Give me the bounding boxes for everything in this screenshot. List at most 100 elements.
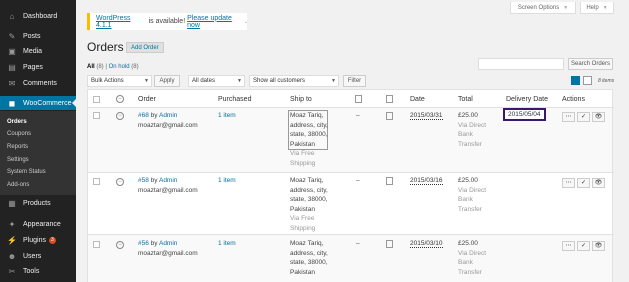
apply-button[interactable]: Apply (154, 75, 180, 87)
customer-link[interactable]: Admin (159, 177, 177, 184)
customer-select[interactable]: Show all customers ▼ (249, 75, 339, 87)
customer-message: – (356, 112, 360, 119)
order-number-link[interactable]: #58 (138, 177, 149, 184)
comment-icon: ✉ (8, 78, 16, 88)
filter-button[interactable]: Filter (343, 75, 366, 87)
screen-options-button[interactable]: Screen Options ▼ (510, 2, 576, 14)
submenu-item-settings[interactable]: Settings (7, 157, 29, 163)
dates-value: All dates (192, 78, 216, 84)
submenu-item-add-ons[interactable]: Add-ons (7, 182, 29, 188)
total-amount: £25.00 (458, 112, 478, 119)
pin-icon: ✎ (8, 31, 16, 41)
view-action-icon[interactable]: 👁 (592, 241, 605, 251)
plugins-update-badge: 3 (48, 236, 56, 244)
submenu-item-reports[interactable]: Reports (7, 144, 28, 150)
order-number-link[interactable]: #56 (138, 240, 149, 247)
address-line: state, 38000, (290, 259, 328, 266)
shipping-method: Via Free Shipping (290, 214, 315, 233)
processing-action-icon[interactable]: ⋯ (562, 112, 575, 122)
column-delivery-date: Delivery Date (506, 96, 549, 103)
sidebar-item-label: Users (23, 252, 42, 260)
processing-action-icon[interactable]: ⋯ (562, 241, 575, 251)
address-line: Moaz Tariq, (290, 240, 324, 247)
processing-action-icon[interactable]: ⋯ (562, 178, 575, 188)
payment-line: Transfer (458, 205, 482, 213)
page-title: Orders (87, 40, 124, 54)
sidebar-item-label: Comments (23, 79, 57, 87)
sidebar-item-posts[interactable]: ✎ Posts (0, 29, 76, 43)
filter-all-link[interactable]: All (87, 64, 95, 70)
update-now-link[interactable]: Please update now (187, 15, 245, 29)
sidebar-item-dashboard[interactable]: ⌂ Dashboard (0, 9, 76, 23)
order-notes-icon (386, 177, 393, 185)
excerpt-view-icon[interactable] (583, 76, 592, 85)
order-number-link[interactable]: #68 (138, 112, 149, 119)
total-amount: £25.00 (458, 177, 478, 184)
sidebar-item-pages[interactable]: ▤ Pages (0, 60, 76, 74)
view-action-icon[interactable]: 👁 (592, 112, 605, 122)
filter-on-hold-link[interactable]: On hold (109, 64, 130, 70)
bulk-actions-value: Bulk Actions (91, 78, 124, 84)
order-by: by (148, 177, 159, 184)
purchased-items-link[interactable]: 1 item (218, 176, 236, 186)
sidebar-item-comments[interactable]: ✉ Comments (0, 76, 76, 90)
sidebar-item-woocommerce[interactable]: ◼ WooCommerce (0, 96, 76, 110)
payment-line: Via Direct (458, 249, 487, 257)
chevron-down-icon: ▼ (237, 78, 242, 84)
customer-link[interactable]: Admin (159, 112, 177, 119)
complete-action-icon[interactable]: ✓ (577, 241, 590, 251)
sidebar-item-products[interactable]: ▦ Products (0, 196, 76, 210)
submenu-item-orders[interactable]: Orders (7, 119, 27, 125)
search-orders-button[interactable]: Search Orders (568, 58, 613, 70)
purchased-items-link[interactable]: 1 item (218, 111, 236, 121)
submenu-item-system-status[interactable]: System Status (7, 169, 46, 175)
complete-action-icon[interactable]: ✓ (577, 178, 590, 188)
purchased-items-link[interactable]: 1 item (218, 239, 236, 249)
customer-link[interactable]: Admin (159, 240, 177, 247)
column-order[interactable]: Order (138, 96, 156, 103)
sidebar-item-plugins[interactable]: ⚡ Plugins 3 (0, 233, 76, 247)
row-checkbox[interactable] (93, 241, 100, 248)
dates-select[interactable]: All dates ▼ (188, 75, 245, 87)
submenu-item-coupons[interactable]: Coupons (7, 131, 31, 137)
ship-to-address[interactable]: Moaz Tariq, address, city, state, 38000, Pa… (290, 111, 328, 149)
admin-sidebar: ⌂ Dashboard ✎ Posts ▣ Media ▤ Pages ✉ Comment… (0, 0, 76, 282)
payment-line: Bank (458, 196, 473, 203)
ship-to-address[interactable]: Moaz Tariq, address, city, state, 38000, Pa… (290, 176, 328, 214)
wordpress-version-link[interactable]: WordPress 4.1.1 (96, 15, 147, 29)
list-view-icon[interactable] (571, 76, 580, 85)
shipping-line: Shipping (290, 159, 316, 167)
tools-icon: ✂ (8, 266, 16, 276)
help-button[interactable]: Help ▼ (580, 2, 614, 14)
sidebar-item-tools[interactable]: ✂ Tools (0, 264, 76, 278)
address-line: Pakistan (290, 140, 315, 148)
customer-message: – (356, 240, 360, 247)
current-menu-arrow (72, 99, 76, 107)
ship-to-address[interactable]: Moaz Tariq, address, city, state, 38000, Pa… (290, 239, 328, 277)
sidebar-item-label: WooCommerce (23, 99, 72, 107)
row-checkbox[interactable] (93, 112, 100, 119)
chevron-down-icon: ▼ (331, 78, 336, 84)
order-by: by (148, 240, 159, 247)
customer-message-icon (355, 95, 362, 103)
column-date[interactable]: Date (410, 96, 425, 103)
search-orders-input[interactable] (478, 58, 564, 70)
sidebar-item-users[interactable]: ☻ Users (0, 249, 76, 263)
view-action-icon[interactable]: 👁 (592, 178, 605, 188)
complete-action-icon[interactable]: ✓ (577, 112, 590, 122)
select-all-checkbox[interactable] (93, 96, 100, 103)
add-order-button[interactable]: Add Order (126, 42, 164, 53)
sidebar-item-appearance[interactable]: ✦ Appearance (0, 217, 76, 231)
column-total[interactable]: Total (458, 96, 473, 103)
filter-all-count: (8) (96, 64, 104, 70)
address-line: state, 38000, (290, 196, 328, 203)
bulk-actions-select[interactable]: Bulk Actions ▼ (87, 75, 152, 87)
row-checkbox[interactable] (93, 178, 100, 185)
sidebar-item-media[interactable]: ▣ Media (0, 44, 76, 58)
address-line: address, city, (290, 121, 328, 129)
nag-text: is available! (146, 18, 188, 25)
address-line: address, city, (290, 249, 328, 257)
sidebar-item-label: Pages (23, 63, 43, 71)
filter-on-hold-count: (8) (131, 64, 139, 70)
sidebar-item-label: Dashboard (23, 12, 58, 20)
